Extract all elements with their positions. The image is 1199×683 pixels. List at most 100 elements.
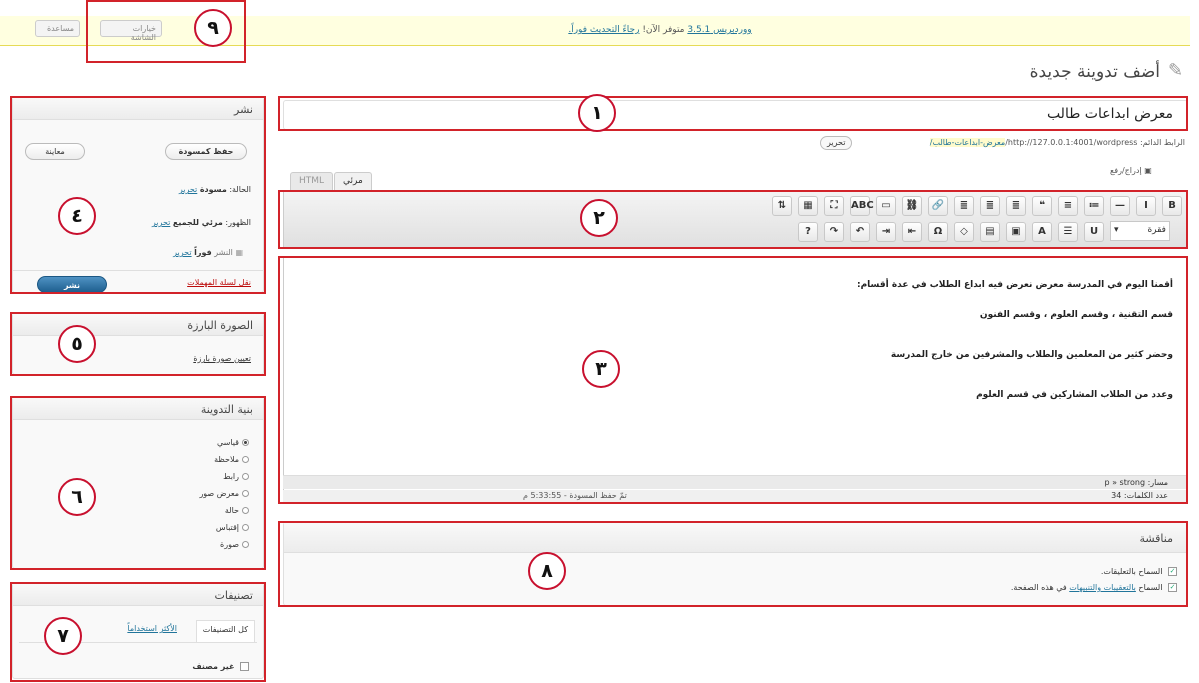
- publish-time-value: فوراً: [194, 248, 212, 257]
- toolbar-button[interactable]: U: [1084, 222, 1104, 242]
- format-select[interactable]: فقرة ▾: [1110, 221, 1170, 241]
- radio[interactable]: [242, 456, 249, 463]
- radio[interactable]: [242, 507, 249, 514]
- category-uncategorized[interactable]: غير مصنف: [192, 662, 249, 671]
- radio-selected[interactable]: [242, 439, 249, 446]
- word-count-value: 34: [1111, 491, 1122, 500]
- upload-insert-link[interactable]: ▣ إدراج/رفع: [1110, 166, 1152, 175]
- categories-header[interactable]: تصنيفات: [13, 584, 263, 606]
- visibility-value: مرئي للجميع: [172, 218, 223, 227]
- update-now-link[interactable]: رجاءً التحديث فوراً.: [568, 25, 639, 35]
- trackbacks-link[interactable]: بالتعقيبات والتنبيهات: [1069, 583, 1136, 592]
- screen-options-tab[interactable]: خيارات الشاشة: [100, 20, 162, 42]
- radio[interactable]: [242, 541, 249, 548]
- calendar-icon: ▦: [235, 248, 243, 257]
- tab-all-categories[interactable]: كل التصنيفات: [195, 620, 255, 642]
- editor-toolbar: B I — ≔ ≡ ❝ ≣ ≣ ≣ 🔗 ⛓ ▭ ABC ⛶ ▦ ⇅ U ☰ A ▣ ▤ ◇ Ω ⇤ ⇥ ↶ ↷?: [283, 190, 1188, 248]
- status-edit-link[interactable]: تحرير: [179, 185, 197, 194]
- annotation-number-6: ٦: [58, 478, 96, 516]
- format-option-gallery[interactable]: معرض صور: [199, 489, 249, 498]
- publish-title: نشر: [234, 103, 253, 116]
- format-option-quote[interactable]: إقتباس: [216, 523, 249, 532]
- pushpin-icon: ✎: [1168, 60, 1184, 81]
- toolbar-button[interactable]: ▤: [980, 222, 1000, 242]
- category-checkbox[interactable]: [240, 662, 249, 671]
- toolbar-button[interactable]: ▭: [876, 196, 896, 216]
- radio[interactable]: [242, 490, 249, 497]
- allow-comments-checkbox[interactable]: ✓: [1168, 567, 1177, 576]
- toolbar-button[interactable]: ↷: [824, 222, 844, 242]
- post-format-box: بنية التدوينة قياسي ملاحظة رابط معرض صور…: [12, 397, 264, 569]
- permalink-slug[interactable]: معرض-ابداعات-طالب/: [929, 138, 1006, 147]
- format-option-image[interactable]: صورة: [220, 540, 249, 549]
- toolbar-button[interactable]: ⇥: [876, 222, 896, 242]
- publish-time-edit-link[interactable]: تحرير: [173, 248, 191, 257]
- toolbar-button[interactable]: B: [1162, 196, 1182, 216]
- toolbar-button[interactable]: ☰: [1058, 222, 1078, 242]
- toolbar-button[interactable]: ≣: [1006, 196, 1026, 216]
- editor-content[interactable]: أقمنا اليوم في المدرسة معرض نعرض فيه ابد…: [283, 257, 1188, 503]
- toolbar-button[interactable]: ◇: [954, 222, 974, 242]
- toolbar-button[interactable]: ❝: [1032, 196, 1052, 216]
- toolbar-button[interactable]: ▣: [1006, 222, 1026, 242]
- format-option-status[interactable]: حالة: [225, 506, 249, 515]
- publish-button[interactable]: نشر: [37, 276, 107, 293]
- toolbar-button[interactable]: ⛓: [902, 196, 922, 216]
- editor-path: مسار: p » strong: [1105, 478, 1169, 487]
- allow-comments-option[interactable]: ✓ السماح بالتعليقات.: [1101, 567, 1177, 576]
- status-row: الحالة: مسودة تحرير: [179, 185, 251, 194]
- toolbar-button[interactable]: ⇅: [772, 196, 792, 216]
- notice-text: متوفر الآن!: [642, 25, 685, 35]
- allow-trackbacks-option[interactable]: ✓ السماح بالتعقيبات والتنبيهات في هذه ال…: [1011, 583, 1177, 592]
- toolbar-button[interactable]: ≣: [954, 196, 974, 216]
- toolbar-button[interactable]: ⇤: [902, 222, 922, 242]
- annotation-number-5: ٥: [58, 325, 96, 363]
- tab-html[interactable]: HTML: [290, 172, 334, 190]
- toolbar-button[interactable]: ⛶: [824, 196, 844, 216]
- annotation-number-7: ٧: [44, 617, 82, 655]
- media-icon: ▣: [1144, 166, 1152, 175]
- toolbar-button[interactable]: I: [1136, 196, 1156, 216]
- tab-most-used[interactable]: الأكثر استخداماً: [127, 624, 177, 633]
- featured-image-title: الصورة البارزة: [187, 319, 253, 332]
- format-option-standard[interactable]: قياسي: [217, 438, 249, 447]
- help-tab[interactable]: مساعدة: [35, 20, 80, 37]
- save-draft-button[interactable]: حفظ كمسودة: [165, 143, 247, 160]
- permalink-edit-button[interactable]: تحرير: [820, 136, 853, 150]
- toolbar-button[interactable]: ↶: [850, 222, 870, 242]
- path-label: مسار:: [1147, 478, 1168, 487]
- post-format-header[interactable]: بنية التدوينة: [13, 398, 263, 420]
- preview-button[interactable]: معاينة: [25, 143, 85, 160]
- annotation-number-1: ١: [578, 94, 616, 132]
- publish-box: نشر حفظ كمسودة معاينة الحالة: مسودة تحري…: [12, 97, 264, 293]
- content-line: وعدد من الطلاب المشاركين في قسم العلوم: [976, 390, 1173, 400]
- tab-visual[interactable]: مرئي: [334, 172, 372, 190]
- toolbar-button[interactable]: ▦: [798, 196, 818, 216]
- post-title-field[interactable]: معرض ابداعات طالب: [283, 100, 1188, 130]
- toolbar-button[interactable]: Ω: [928, 222, 948, 242]
- set-featured-image-link[interactable]: تعيين صورة بارزة: [193, 354, 251, 363]
- status-label: الحالة:: [229, 185, 251, 194]
- format-option-aside[interactable]: ملاحظة: [214, 455, 249, 464]
- radio[interactable]: [242, 473, 249, 480]
- visibility-edit-link[interactable]: تحرير: [152, 218, 170, 227]
- page-title: أضف تدوينة جديدة: [1029, 62, 1160, 82]
- toolbar-button[interactable]: A: [1032, 222, 1052, 242]
- move-to-trash-link[interactable]: نقل لسلة المهملات: [187, 278, 251, 287]
- format-option-label: إقتباس: [215, 523, 239, 532]
- publish-header[interactable]: نشر: [13, 98, 263, 120]
- toolbar-button[interactable]: 🔗: [928, 196, 948, 216]
- featured-image-header[interactable]: الصورة البارزة: [13, 314, 263, 336]
- discussion-header[interactable]: مناقشة: [284, 523, 1187, 553]
- word-count-bar: عدد الكلمات: 34 تمّ حفظ المسودة - 5:33:5…: [283, 490, 1188, 503]
- allow-trackbacks-checkbox[interactable]: ✓: [1168, 583, 1177, 592]
- toolbar-button[interactable]: —: [1110, 196, 1130, 216]
- format-option-link[interactable]: رابط: [223, 472, 249, 481]
- toolbar-button[interactable]: ABC: [850, 196, 874, 216]
- toolbar-button[interactable]: ≔: [1084, 196, 1104, 216]
- radio[interactable]: [242, 524, 249, 531]
- toolbar-button[interactable]: ≡: [1058, 196, 1078, 216]
- toolbar-button[interactable]: ?: [798, 222, 818, 242]
- allow-trackbacks-suffix: في هذه الصفحة.: [1010, 583, 1067, 592]
- toolbar-button[interactable]: ≣: [980, 196, 1000, 216]
